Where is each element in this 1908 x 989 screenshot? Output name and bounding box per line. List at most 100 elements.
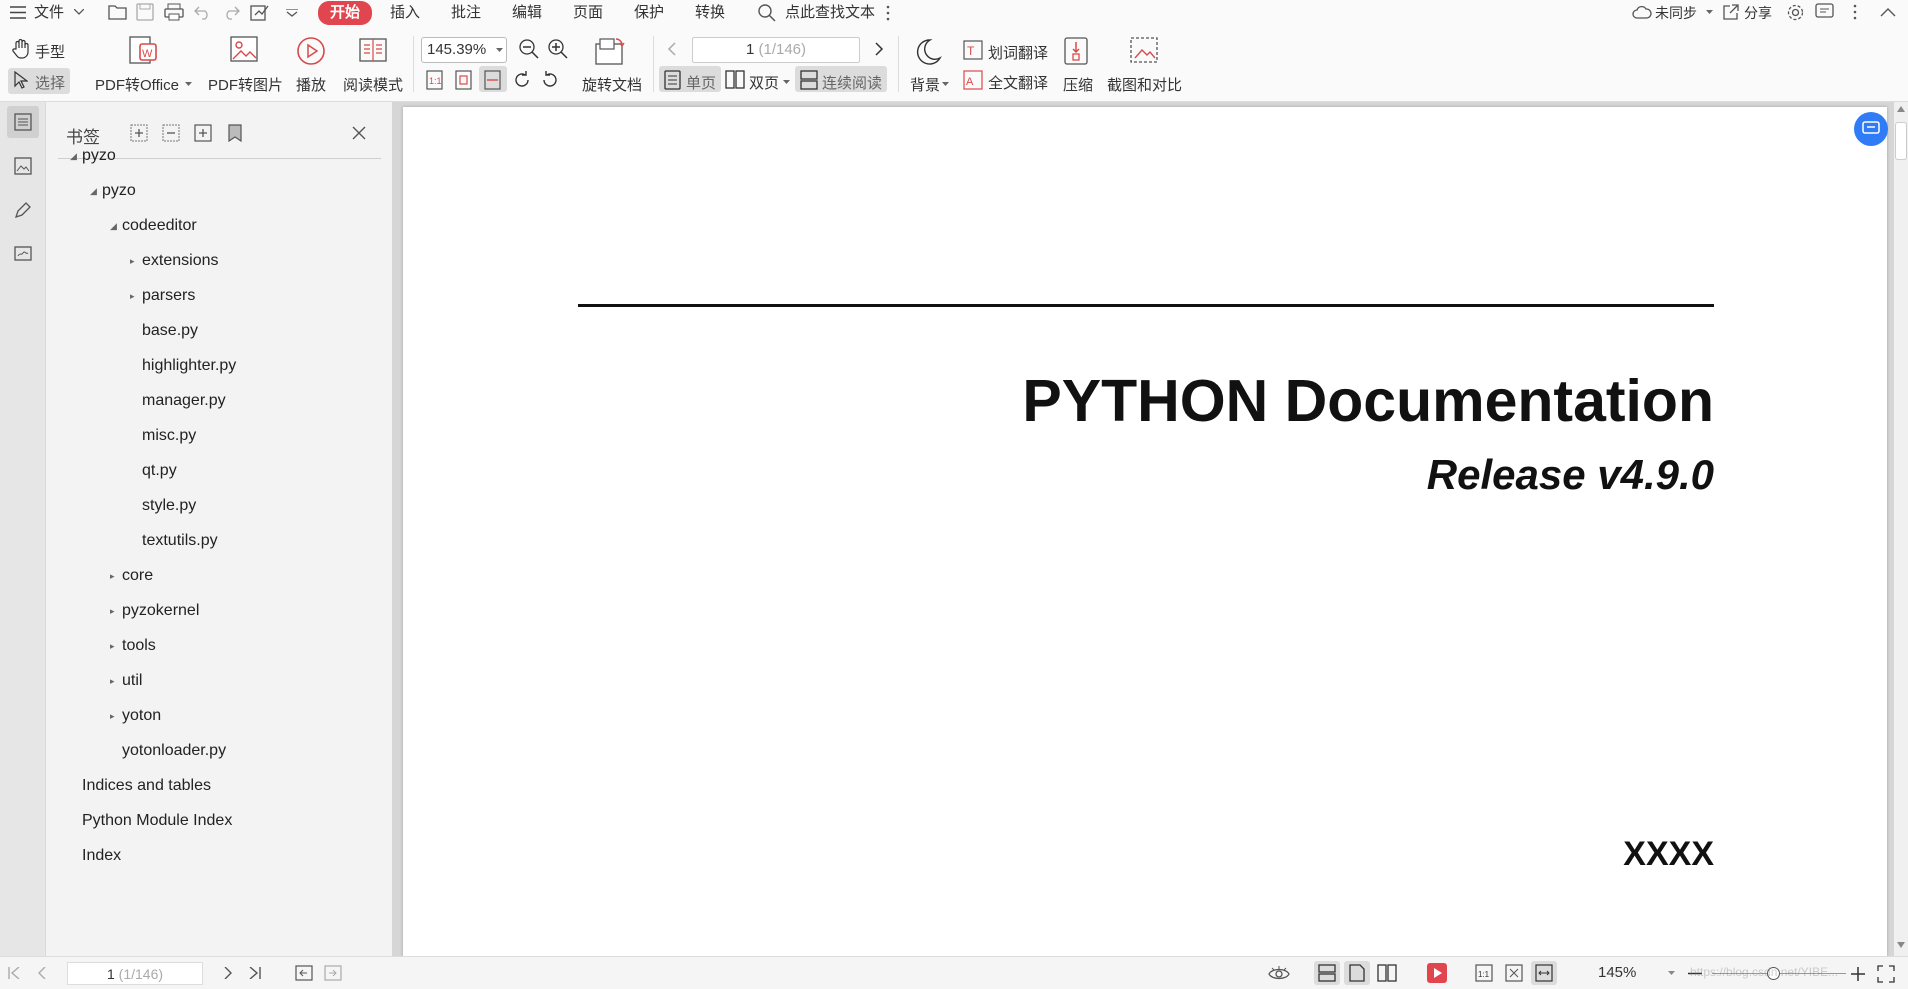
previous-page-icon[interactable] xyxy=(667,42,677,56)
actual-size-icon[interactable]: 1:1 xyxy=(425,70,445,90)
chevron-down-icon[interactable] xyxy=(185,82,192,87)
scroll-up-icon[interactable] xyxy=(1897,106,1905,112)
chevron-down-icon[interactable] xyxy=(783,80,790,85)
fullscreen-icon[interactable] xyxy=(1877,965,1895,983)
hand-icon[interactable] xyxy=(12,39,30,59)
close-icon[interactable] xyxy=(352,126,366,140)
bookmark-item[interactable]: yoton xyxy=(122,704,161,728)
add-bookmark-icon[interactable] xyxy=(194,124,212,142)
bookmark-panel-button[interactable] xyxy=(7,106,39,138)
share-icon[interactable] xyxy=(1722,3,1740,21)
chevron-down-icon[interactable] xyxy=(1668,971,1675,976)
zoom-in-icon[interactable] xyxy=(547,38,569,60)
next-page-icon[interactable] xyxy=(874,42,884,56)
bookmark-item[interactable]: extensions xyxy=(142,249,219,273)
signature-panel-button[interactable] xyxy=(7,238,39,270)
compress-label[interactable]: 压缩 xyxy=(1063,74,1093,95)
open-folder-icon[interactable] xyxy=(108,3,128,21)
export-icon[interactable] xyxy=(250,3,270,21)
chevron-down-icon[interactable] xyxy=(1706,10,1713,15)
status-zoom-value[interactable]: 145% xyxy=(1598,964,1636,981)
page-number-input[interactable]: 1 (1/146) xyxy=(692,37,860,63)
delete-bookmark-icon[interactable] xyxy=(226,124,244,142)
collapsed-triangle-icon[interactable]: ▸ xyxy=(130,249,135,273)
tab-edit[interactable]: 编辑 xyxy=(512,2,542,24)
expand-all-icon[interactable] xyxy=(130,124,148,142)
bookmark-item[interactable]: pyzo xyxy=(102,179,136,203)
cloud-sync-icon[interactable] xyxy=(1632,4,1652,20)
full-translate-icon[interactable]: A xyxy=(963,70,983,90)
pdf-to-image-label[interactable]: PDF转图片 xyxy=(208,74,283,95)
status-page-input[interactable]: 1 (1/146) xyxy=(67,962,203,985)
bookmark-item[interactable]: qt.py xyxy=(142,459,177,483)
sync-status[interactable]: 未同步 xyxy=(1655,2,1697,24)
compress-icon[interactable] xyxy=(1063,36,1089,66)
bookmark-item[interactable]: textutils.py xyxy=(142,529,218,553)
bookmark-item[interactable]: codeeditor xyxy=(122,214,197,238)
tab-protect[interactable]: 保护 xyxy=(634,2,664,24)
bookmark-item[interactable]: tools xyxy=(122,634,156,658)
tab-page[interactable]: 页面 xyxy=(573,2,603,24)
collapsed-triangle-icon[interactable]: ▸ xyxy=(110,704,115,728)
bookmark-item[interactable]: pyzo xyxy=(82,144,116,168)
quick-access-dropdown-icon[interactable] xyxy=(286,9,298,17)
background-label[interactable]: 背景 xyxy=(910,74,940,95)
play-icon[interactable] xyxy=(296,36,326,66)
moon-icon[interactable] xyxy=(914,38,942,66)
screenshot-compare-icon[interactable] xyxy=(1129,36,1159,66)
tab-convert[interactable]: 转换 xyxy=(695,2,725,24)
pdf-to-office-icon[interactable]: W xyxy=(127,34,159,66)
word-translate-icon[interactable]: T xyxy=(963,40,983,60)
file-menu[interactable]: 文件 xyxy=(34,2,64,24)
zoom-out-icon[interactable] xyxy=(518,38,540,60)
collapsed-triangle-icon[interactable]: ▸ xyxy=(110,634,115,658)
previous-page-icon[interactable] xyxy=(37,967,47,979)
bookmark-item[interactable]: core xyxy=(122,564,153,588)
full-translate-label[interactable]: 全文翻译 xyxy=(988,72,1048,93)
search-icon[interactable] xyxy=(757,3,777,23)
feedback-icon[interactable] xyxy=(1815,3,1834,21)
pdf-to-office-label[interactable]: PDF转Office xyxy=(95,74,179,95)
zoom-select[interactable]: 145.39% xyxy=(421,37,507,63)
bookmark-item[interactable]: Index xyxy=(82,844,121,868)
bookmark-item[interactable]: pyzokernel xyxy=(122,599,199,623)
scrollbar-thumb[interactable] xyxy=(1895,122,1907,160)
tab-insert[interactable]: 插入 xyxy=(390,2,420,24)
last-page-icon[interactable] xyxy=(249,967,261,979)
screenshot-compare-label[interactable]: 截图和对比 xyxy=(1107,74,1182,95)
actual-size-icon[interactable]: 1:1 xyxy=(1475,964,1493,982)
next-page-icon[interactable] xyxy=(223,967,233,979)
search-text-button[interactable]: 点此查找文本 xyxy=(785,2,875,24)
annotation-panel-button[interactable] xyxy=(7,194,39,226)
gear-icon[interactable] xyxy=(1786,3,1805,22)
vertical-scrollbar[interactable] xyxy=(1894,102,1908,956)
chevron-down-icon[interactable] xyxy=(74,9,84,15)
first-page-icon[interactable] xyxy=(8,967,20,979)
expanded-triangle-icon[interactable]: ◢ xyxy=(90,179,97,203)
rotate-right-icon[interactable] xyxy=(512,70,532,90)
bookmark-item[interactable]: highlighter.py xyxy=(142,354,236,378)
play-slideshow-icon[interactable] xyxy=(1427,963,1447,983)
more-vertical-icon[interactable] xyxy=(1853,4,1857,20)
bookmark-item[interactable]: parsers xyxy=(142,284,195,308)
bookmark-item[interactable]: style.py xyxy=(142,494,196,518)
redo-icon[interactable] xyxy=(222,4,240,20)
read-mode-label[interactable]: 阅读模式 xyxy=(343,74,403,95)
fit-page-icon[interactable] xyxy=(1505,964,1523,982)
undo-icon[interactable] xyxy=(194,4,212,20)
bookmark-item[interactable]: manager.py xyxy=(142,389,226,413)
bookmark-item[interactable]: yotonloader.py xyxy=(122,739,226,763)
collapsed-triangle-icon[interactable]: ▸ xyxy=(110,564,115,588)
collapse-ribbon-icon[interactable] xyxy=(1880,7,1896,17)
pdf-to-image-icon[interactable] xyxy=(228,34,260,66)
collapsed-triangle-icon[interactable]: ▸ xyxy=(110,599,115,623)
save-icon[interactable] xyxy=(136,3,154,21)
tab-start[interactable]: 开始 xyxy=(318,1,373,25)
fit-page-icon[interactable] xyxy=(454,70,474,90)
eye-protection-icon[interactable] xyxy=(1268,965,1290,981)
play-label[interactable]: 播放 xyxy=(296,74,326,95)
share-button[interactable]: 分享 xyxy=(1744,2,1772,24)
print-icon[interactable] xyxy=(164,3,184,21)
read-mode-icon[interactable] xyxy=(358,36,388,64)
double-page-label[interactable]: 双页 xyxy=(749,72,779,93)
